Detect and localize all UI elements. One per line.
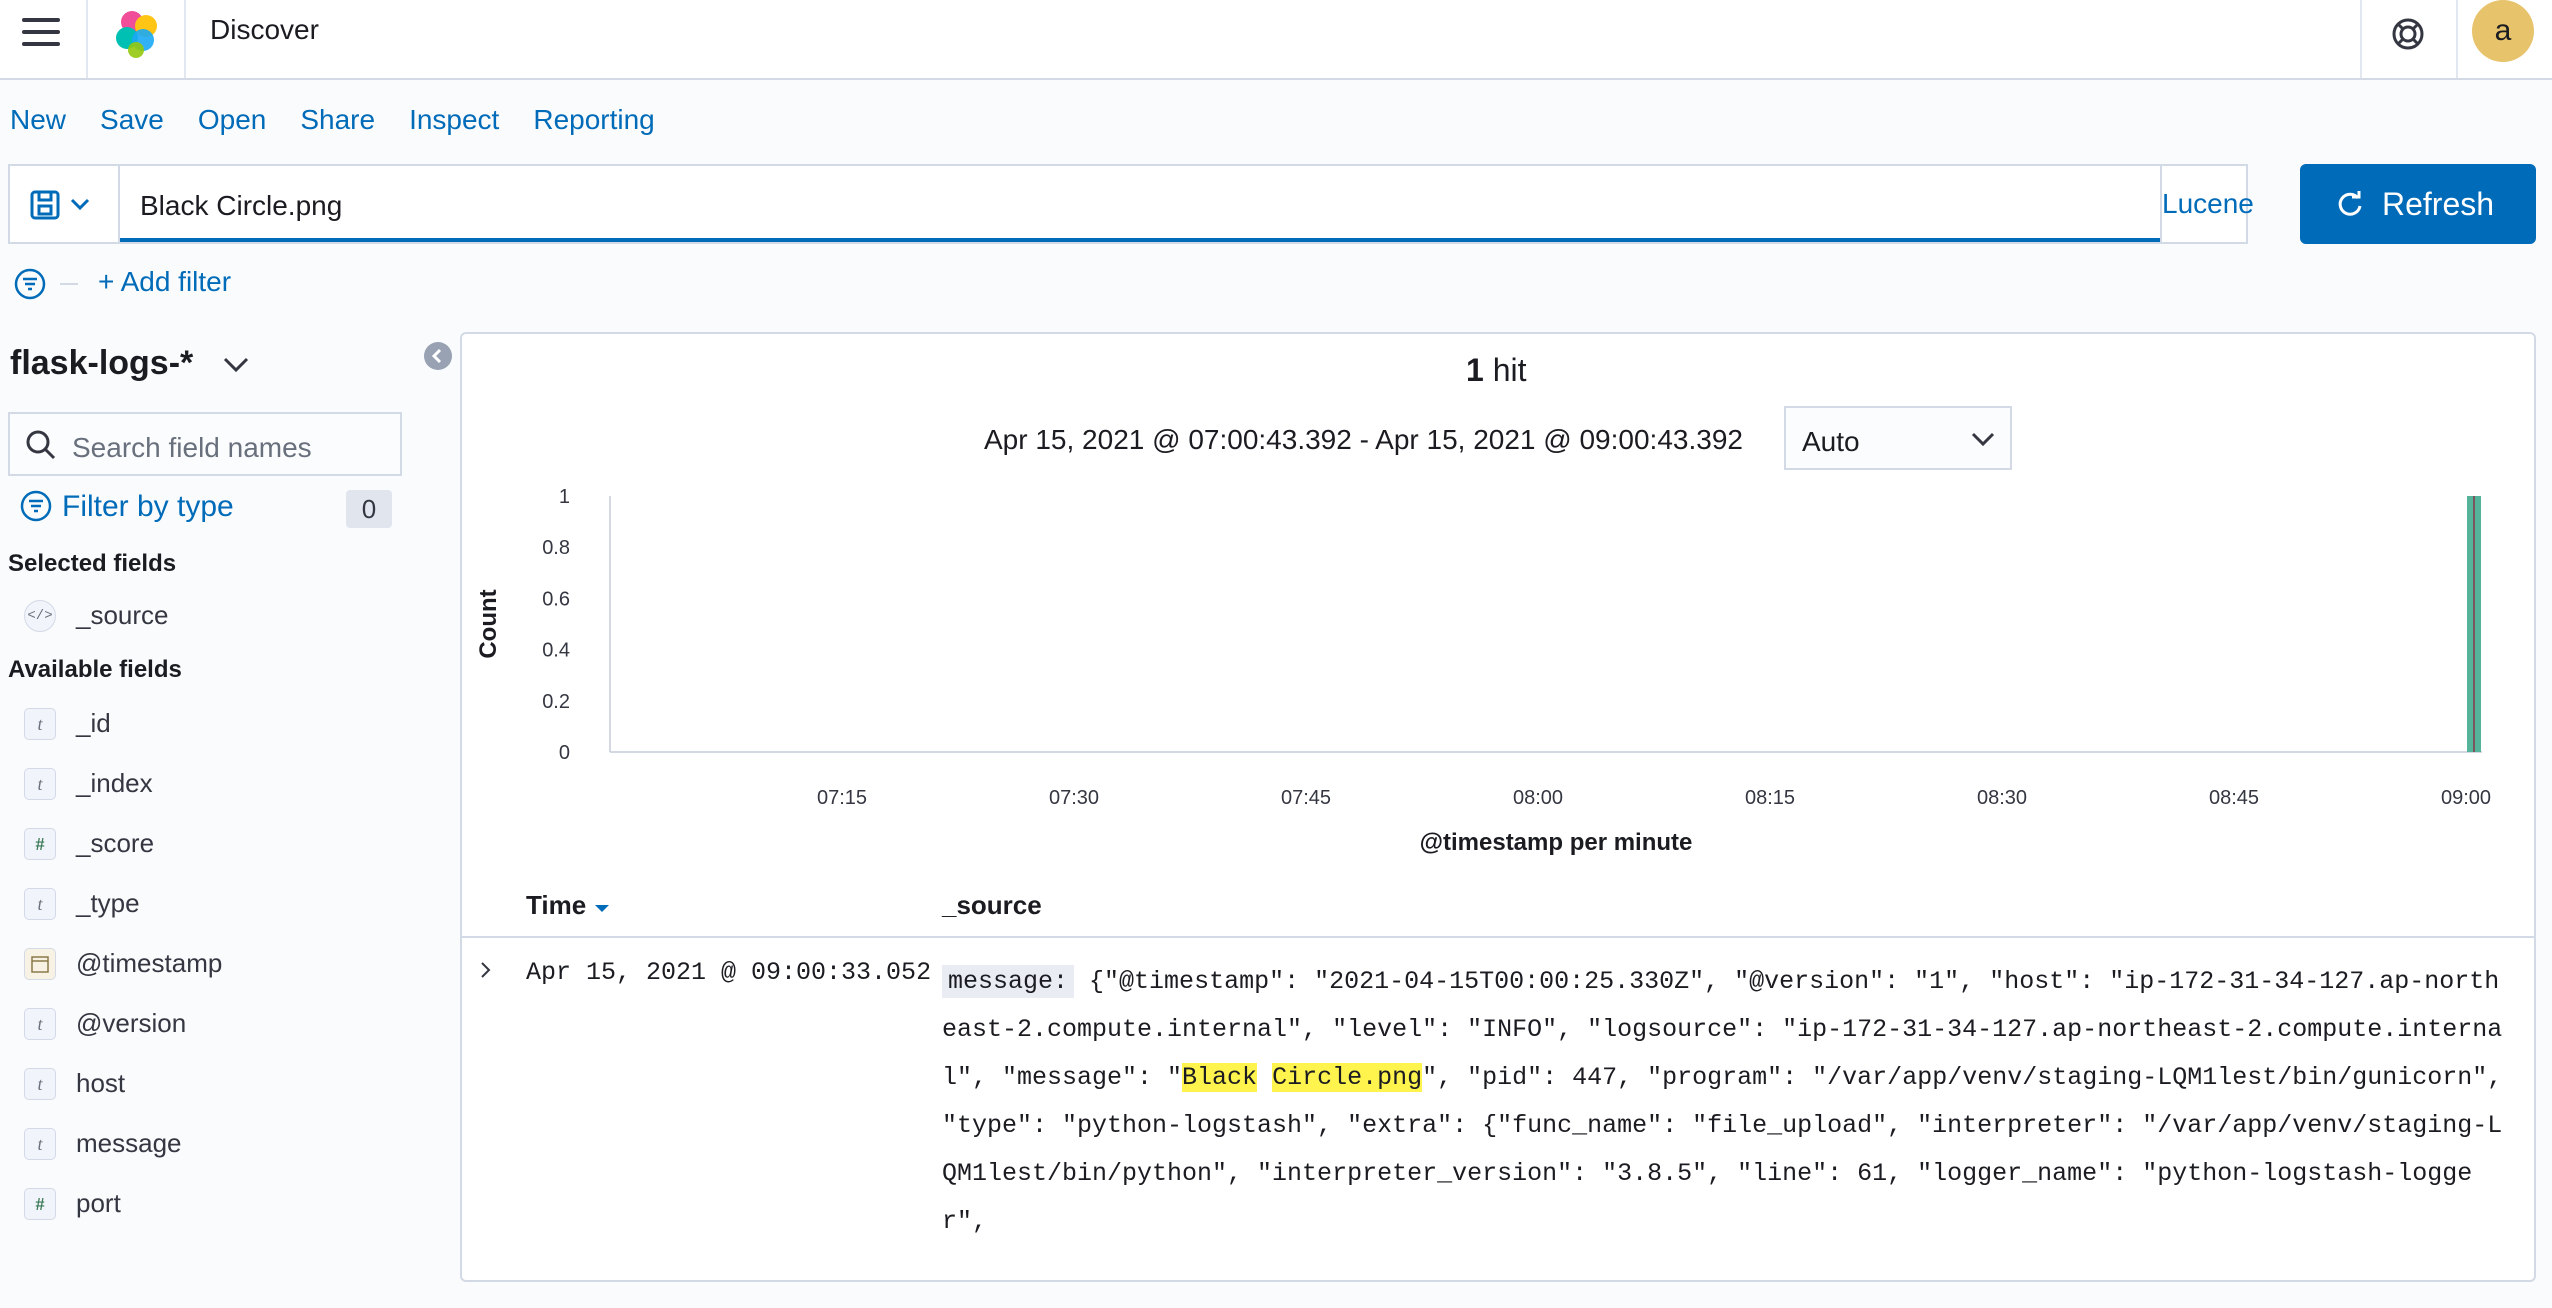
- histogram-chart: 0 0.2 0.4 0.6 0.8 1 07:15 07:30 07:45 08:00 08:15 0…: [475, 486, 2491, 856]
- highlight-term: Circle.png: [1272, 1063, 1423, 1092]
- highlight-term: Black: [1182, 1063, 1258, 1092]
- help-icon[interactable]: [2388, 14, 2428, 54]
- divider: [462, 936, 2534, 938]
- divider: [86, 0, 88, 78]
- chevron-down-icon: [1971, 432, 1995, 447]
- hit-count-label: hit: [1492, 352, 1527, 388]
- filter-row: [14, 266, 84, 306]
- y-tick-label: 1: [559, 486, 570, 508]
- time-column-label: Time: [526, 890, 587, 920]
- filter-by-type-label: Filter by type: [62, 490, 234, 523]
- query-bar: Black Circle.png Lucene: [8, 164, 2254, 244]
- y-tick-label: 0.2: [542, 691, 570, 713]
- field-name: port: [76, 1188, 121, 1218]
- search-icon: [26, 430, 56, 460]
- y-tick-label: 0.4: [542, 640, 570, 662]
- save-button[interactable]: Save: [100, 104, 164, 135]
- row-time: Apr 15, 2021 @ 09:00:33.052: [526, 958, 932, 987]
- filter-count-badge: 0: [346, 490, 392, 528]
- x-axis-label: @timestamp per minute: [1420, 829, 1693, 856]
- string-type-icon: t: [24, 1128, 56, 1160]
- chevron-down-icon: [223, 357, 248, 373]
- refresh-button[interactable]: Refresh: [2300, 164, 2536, 244]
- share-button[interactable]: Share: [300, 104, 375, 135]
- avatar[interactable]: a: [2472, 0, 2534, 62]
- x-tick-label: 08:15: [1745, 787, 1795, 809]
- x-tick-label: 08:45: [2209, 787, 2259, 809]
- x-tick-label: 09:00: [2441, 787, 2491, 809]
- string-type-icon: t: [24, 1008, 56, 1040]
- filter-by-type-button[interactable]: Filter by type: [20, 490, 234, 524]
- field-name: @timestamp: [76, 948, 223, 978]
- field-name: host: [76, 1068, 126, 1098]
- number-type-icon: #: [24, 1188, 56, 1220]
- x-tick-label: 07:15: [817, 787, 867, 809]
- top-nav-bar: Discover a: [0, 0, 2552, 80]
- reporting-button[interactable]: Reporting: [533, 104, 654, 135]
- app-title: Discover: [210, 14, 319, 45]
- field-name: _source: [76, 600, 169, 630]
- menu-icon[interactable]: [22, 18, 60, 48]
- field-name: _index: [76, 768, 153, 798]
- string-type-icon: t: [24, 1068, 56, 1100]
- source-column-header: _source: [942, 890, 1042, 920]
- available-fields-heading: Available fields: [8, 656, 182, 683]
- hit-count: 1 hit: [1466, 352, 1526, 389]
- message-field-label: message:: [942, 965, 1075, 998]
- number-type-icon: #: [24, 828, 56, 860]
- field-name: @version: [76, 1008, 187, 1038]
- time-column-header[interactable]: Time: [526, 890, 611, 921]
- y-tick-label: 0: [559, 742, 570, 764]
- open-button[interactable]: Open: [198, 104, 267, 135]
- index-pattern-selector[interactable]: flask-logs-*: [10, 344, 251, 383]
- code-icon: </>: [24, 600, 56, 632]
- x-tick-label: 07:30: [1049, 787, 1099, 809]
- new-button[interactable]: New: [10, 104, 66, 135]
- collapse-sidebar-button[interactable]: [424, 342, 452, 370]
- x-tick-label: 08:00: [1513, 787, 1563, 809]
- refresh-label: Refresh: [2382, 186, 2495, 222]
- row-source: message: {"@timestamp": "2021-04-15T00:0…: [942, 958, 2504, 1246]
- index-pattern-label: flask-logs-*: [10, 344, 194, 382]
- divider: [184, 0, 186, 78]
- sort-down-icon: [595, 905, 610, 912]
- top-menu: New Save Open Share Inspect Reporting: [10, 104, 689, 144]
- chevron-left-icon: [431, 348, 442, 364]
- field-name: _score: [76, 828, 155, 858]
- filter-options-icon[interactable]: [14, 266, 84, 302]
- interval-value: Auto: [1802, 426, 1860, 457]
- add-filter-button[interactable]: + Add filter: [98, 266, 231, 298]
- refresh-icon: [2338, 191, 2362, 216]
- y-tick-label: 0.6: [542, 588, 570, 610]
- selected-fields-heading: Selected fields: [8, 550, 177, 577]
- query-language-button[interactable]: Lucene: [2160, 166, 2254, 242]
- hit-count-number: 1: [1466, 352, 1484, 388]
- x-tick-label: 08:30: [1977, 787, 2027, 809]
- elastic-logo-icon[interactable]: [110, 6, 164, 60]
- string-type-icon: t: [24, 768, 56, 800]
- field-name: _id: [76, 708, 111, 738]
- divider: [2360, 0, 2362, 78]
- divider: [2456, 0, 2458, 78]
- interval-select[interactable]: Auto: [1784, 406, 2012, 470]
- y-axis-label: Count: [475, 589, 502, 658]
- saved-query-button[interactable]: [10, 166, 120, 242]
- inspect-button[interactable]: Inspect: [409, 104, 499, 135]
- field-name: message: [76, 1128, 182, 1158]
- y-tick-label: 0.8: [542, 537, 570, 559]
- calendar-icon: [24, 948, 56, 980]
- filter-icon: [20, 490, 52, 522]
- string-type-icon: t: [24, 888, 56, 920]
- search-field-placeholder: Search field names: [72, 432, 312, 463]
- field-name: _type: [76, 888, 140, 918]
- save-icon: [30, 190, 90, 220]
- time-range-label: Apr 15, 2021 @ 07:00:43.392 - Apr 15, 20…: [984, 424, 1743, 455]
- search-input[interactable]: Black Circle.png: [120, 166, 2160, 242]
- chevron-right-icon[interactable]: [476, 960, 496, 980]
- x-tick-label: 07:45: [1281, 787, 1331, 809]
- string-type-icon: t: [24, 708, 56, 740]
- search-field-names-input[interactable]: Search field names: [8, 412, 402, 476]
